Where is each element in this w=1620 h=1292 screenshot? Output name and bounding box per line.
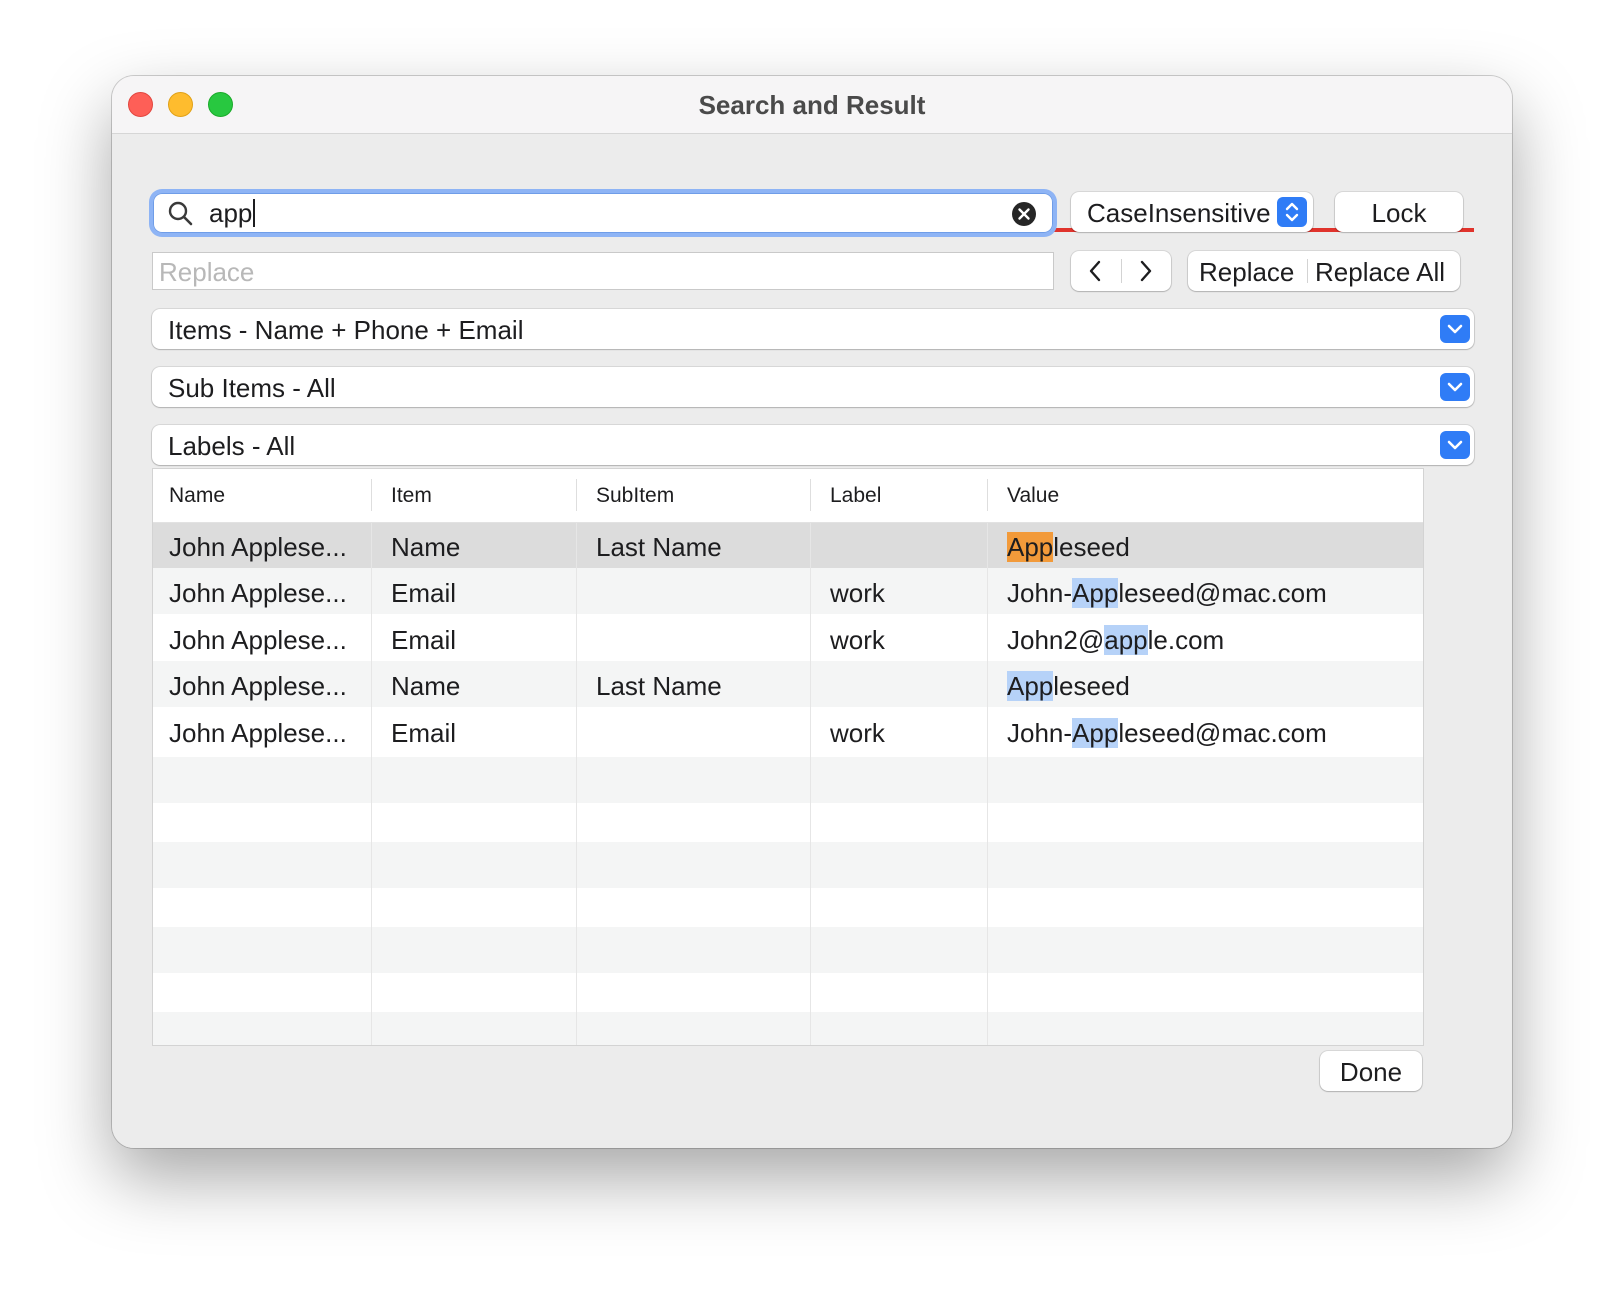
empty-row (153, 927, 1423, 973)
table-header: Name Item SubItem Label Value (153, 469, 1423, 523)
sub-items-filter-label: Sub Items - All (168, 373, 336, 403)
current-match-highlight: App (1007, 532, 1054, 562)
label-cell: work (830, 625, 885, 655)
replace-all-button[interactable]: Replace All (1315, 257, 1445, 288)
done-button[interactable]: Done (1320, 1051, 1422, 1091)
value-cell: John2@apple.com (1007, 625, 1224, 656)
column-grid-line (810, 522, 811, 1045)
replace-input[interactable] (159, 257, 1039, 287)
value-prefix: John- (1007, 578, 1073, 608)
items-filter-popup[interactable]: Items - Name + Phone + Email (152, 309, 1474, 349)
labels-filter-popup[interactable]: Labels - All (152, 425, 1474, 465)
value-cell: John-Appleseed@mac.com (1007, 718, 1327, 749)
column-header-subitem[interactable]: SubItem (596, 484, 674, 508)
column-resize-handle[interactable] (576, 479, 577, 511)
match-highlight: App (1072, 718, 1119, 748)
value-suffix: leseed@mac.com (1118, 718, 1327, 748)
magnifier-icon (168, 201, 193, 226)
next-match-chevron-icon[interactable] (1133, 259, 1157, 283)
value-cell: Appleseed (1007, 532, 1130, 563)
replace-field[interactable] (152, 252, 1054, 290)
case-mode-label: CaseInsensitive (1087, 198, 1271, 228)
value-suffix: leseed (1053, 532, 1130, 562)
match-highlight: App (1007, 671, 1054, 701)
table-row[interactable]: John Applese... Email work John-Applesee… (153, 708, 1423, 754)
column-resize-handle[interactable] (810, 479, 811, 511)
value-cell: John-Appleseed@mac.com (1007, 578, 1327, 609)
name-cell: John Applese... (169, 578, 347, 608)
match-highlight: app (1104, 625, 1148, 655)
label-cell: work (830, 578, 885, 608)
sub-items-filter-popup[interactable]: Sub Items - All (152, 367, 1474, 407)
up-down-chevron-icon (1277, 197, 1307, 227)
column-grid-line (576, 522, 577, 1045)
column-header-label[interactable]: Label (830, 484, 881, 508)
table-row[interactable]: John Applese... Email work John-Applesee… (153, 568, 1423, 614)
chevron-down-icon (1440, 373, 1470, 401)
empty-row (153, 1012, 1423, 1045)
labels-filter-label: Labels - All (168, 431, 296, 461)
name-cell: John Applese... (169, 671, 347, 701)
replace-button[interactable]: Replace (1199, 257, 1294, 288)
segment-divider (1121, 259, 1122, 283)
table-row[interactable]: John Applese... Email work John2@apple.c… (153, 615, 1423, 661)
column-grid-line (987, 522, 988, 1045)
search-field[interactable]: app (153, 193, 1053, 233)
done-button-label: Done (1339, 1057, 1403, 1087)
item-cell: Name (391, 532, 461, 562)
name-cell: John Applese... (169, 532, 347, 562)
replace-segmented-control: Replace Replace All (1188, 251, 1460, 291)
column-resize-handle[interactable] (987, 479, 988, 511)
empty-row (153, 757, 1423, 803)
match-navigation-control (1071, 251, 1171, 291)
column-resize-handle[interactable] (371, 479, 372, 511)
lock-button-label: Lock (1371, 198, 1427, 228)
segment-divider (1307, 259, 1308, 283)
subitem-cell: Last Name (596, 671, 722, 701)
value-suffix: leseed@mac.com (1118, 578, 1327, 608)
value-cell: Appleseed (1007, 671, 1130, 702)
name-cell: John Applese... (169, 718, 347, 748)
value-suffix: leseed (1053, 671, 1130, 701)
item-cell: Email (391, 625, 457, 655)
chevron-down-icon (1440, 315, 1470, 343)
match-highlight: App (1072, 578, 1119, 608)
previous-match-chevron-icon[interactable] (1084, 259, 1108, 283)
title-bar: Search and Result (112, 76, 1512, 134)
search-and-result-window: Search and Result app CaseInsensitive Lo… (112, 76, 1512, 1148)
value-prefix: John- (1007, 718, 1073, 748)
column-header-item[interactable]: Item (391, 484, 432, 508)
window-title: Search and Result (698, 90, 926, 120)
value-suffix: le.com (1147, 625, 1225, 655)
value-prefix: John2@ (1007, 625, 1105, 655)
empty-row (153, 842, 1423, 888)
column-grid-line (371, 522, 372, 1045)
results-table[interactable]: John Applese... Name Last Name Appleseed… (152, 468, 1424, 1046)
search-input[interactable]: app (209, 199, 256, 227)
table-row[interactable]: John Applese... Name Last Name Appleseed (153, 661, 1423, 707)
chevron-down-icon (1440, 431, 1470, 459)
lock-button[interactable]: Lock (1335, 192, 1463, 232)
column-header-name[interactable]: Name (169, 484, 225, 508)
label-cell: work (830, 718, 885, 748)
clear-search-icon[interactable] (1011, 201, 1037, 227)
column-header-value[interactable]: Value (1007, 484, 1059, 508)
case-mode-popup[interactable]: CaseInsensitive (1071, 192, 1313, 232)
item-cell: Email (391, 718, 457, 748)
item-cell: Name (391, 671, 461, 701)
table-row[interactable]: John Applese... Name Last Name Appleseed (153, 522, 1423, 568)
item-cell: Email (391, 578, 457, 608)
items-filter-label: Items - Name + Phone + Email (168, 315, 524, 345)
subitem-cell: Last Name (596, 532, 722, 562)
name-cell: John Applese... (169, 625, 347, 655)
